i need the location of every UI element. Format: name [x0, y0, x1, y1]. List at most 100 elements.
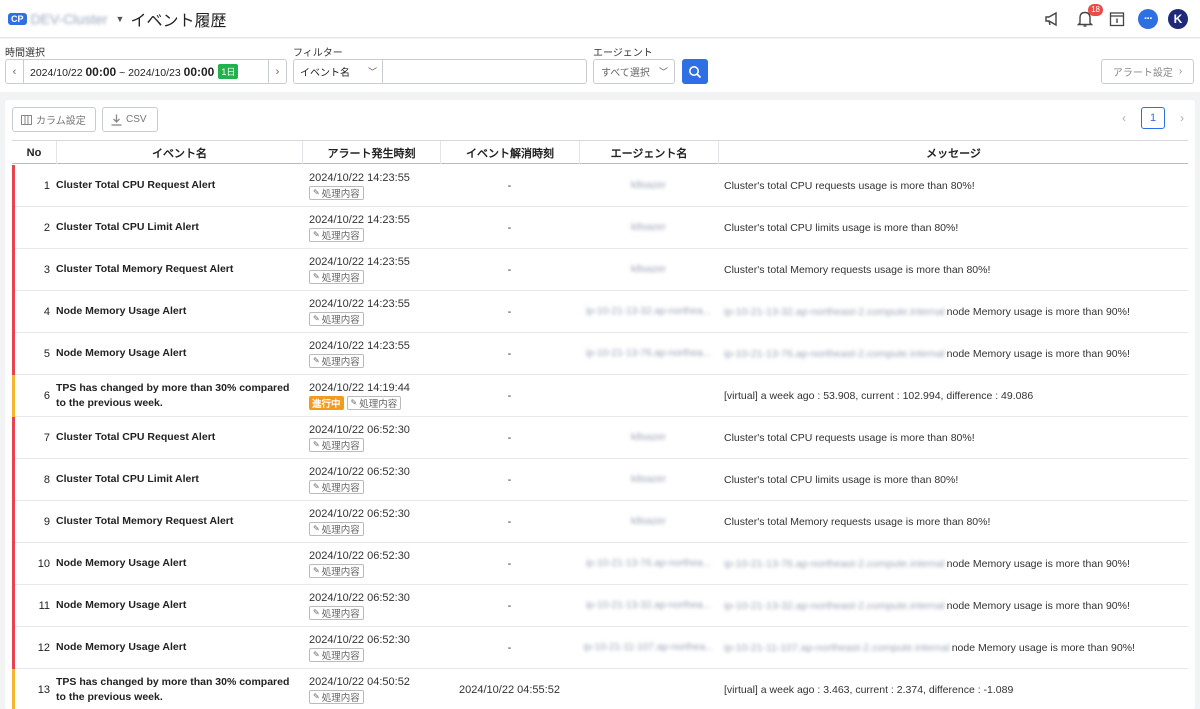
- row-number: 4: [43, 305, 50, 318]
- edit-icon: ✎: [313, 188, 320, 197]
- alert-settings-button[interactable]: アラート設定 ›: [1101, 59, 1194, 84]
- search-button[interactable]: [682, 59, 708, 84]
- column-header[interactable]: イベント解消時刻: [440, 141, 579, 164]
- alert-time: 2024/10/22 14:23:55: [309, 255, 410, 268]
- resolved-time: -: [507, 263, 512, 276]
- event-name: Cluster Total CPU Request Alert: [56, 431, 216, 443]
- chevron-down-icon: ﹀: [658, 67, 668, 77]
- table-row[interactable]: 13 TPS has changed by more than 30% compa…: [12, 669, 1188, 709]
- table-row[interactable]: 2 Cluster Total CPU Limit Alert 2024/10/22…: [12, 207, 1188, 249]
- page-number[interactable]: 1: [1141, 107, 1165, 129]
- event-name: Cluster Total Memory Request Alert: [56, 263, 234, 275]
- resolved-time: -: [507, 515, 512, 528]
- prev-page-icon[interactable]: ‹: [1117, 111, 1131, 125]
- megaphone-icon[interactable]: [1042, 8, 1064, 30]
- alert-time: 2024/10/22 14:23:55: [309, 297, 410, 310]
- filter-label: フィルター: [293, 48, 343, 59]
- csv-download-button[interactable]: CSV: [102, 107, 158, 132]
- filter-bar: 時間選択 ‹ 2024/10/22 00:00 ~ 2024/10/23 00:…: [0, 39, 1200, 92]
- process-note-button[interactable]: ✎ 処理内容: [309, 647, 364, 662]
- table-row[interactable]: 12 Node Memory Usage Alert 2024/10/22 06:5…: [12, 627, 1188, 669]
- row-number: 6: [43, 389, 50, 402]
- time-range-picker[interactable]: ‹ 2024/10/22 00:00 ~ 2024/10/23 00:00 1日…: [5, 59, 287, 84]
- table-row[interactable]: 1 Cluster Total CPU Request Alert 2024/10/…: [12, 165, 1188, 207]
- chevron-right-icon[interactable]: ›: [268, 60, 286, 83]
- process-note-button[interactable]: ✎ 処理内容: [309, 605, 364, 620]
- process-note-button[interactable]: ✎ 処理内容: [309, 437, 364, 452]
- table-row[interactable]: 8 Cluster Total CPU Limit Alert 2024/10/22…: [12, 459, 1188, 501]
- columns-icon: [21, 114, 32, 125]
- notification-badge: 18: [1088, 4, 1103, 16]
- chevron-down-icon: ﹀: [367, 67, 377, 77]
- event-message: Cluster's total Memory requests usage is…: [724, 263, 991, 276]
- top-bar: CP DEV-Cluster ▼ イベント履歴 18 ··· K: [0, 0, 1200, 38]
- process-note-button[interactable]: ✎ 処理内容: [309, 563, 364, 578]
- edit-icon: ✎: [313, 566, 320, 575]
- process-note-button[interactable]: ✎ 処理内容: [309, 521, 364, 536]
- table-row[interactable]: 10 Node Memory Usage Alert 2024/10/22 06:5…: [12, 543, 1188, 585]
- process-note-button[interactable]: ✎ 処理内容: [309, 689, 364, 704]
- alert-time: 2024/10/22 14:23:55: [309, 213, 410, 226]
- column-header[interactable]: No: [12, 141, 56, 164]
- alert-time-cell: 2024/10/22 06:52:30 ✎ 処理内容: [302, 501, 440, 542]
- edit-icon: ✎: [313, 692, 320, 701]
- edit-icon: ✎: [313, 524, 320, 533]
- row-number: 8: [43, 473, 50, 486]
- agent-name: ip-10-21-13-76.ap-northea...: [585, 558, 712, 569]
- range-badge: 1日: [218, 64, 239, 79]
- edit-icon: ✎: [313, 314, 320, 323]
- process-note-button[interactable]: ✎ 処理内容: [309, 185, 364, 200]
- table-row[interactable]: 7 Cluster Total CPU Request Alert 2024/10/…: [12, 417, 1188, 459]
- bell-icon[interactable]: 18: [1074, 4, 1103, 30]
- column-header[interactable]: メッセージ: [718, 141, 1188, 164]
- time-range-text: 2024/10/22 00:00 ~ 2024/10/23 00:00: [30, 64, 215, 79]
- row-number: 2: [43, 221, 50, 234]
- chevron-down-icon[interactable]: ▼: [116, 14, 125, 24]
- process-note-button[interactable]: ✎ 処理内容: [309, 353, 364, 368]
- edit-icon: ✎: [350, 398, 358, 407]
- cluster-selector[interactable]: DEV-Cluster: [31, 11, 108, 27]
- event-name: Node Memory Usage Alert: [56, 641, 187, 653]
- event-message: Cluster's total CPU limits usage is more…: [724, 221, 959, 234]
- alert-time: 2024/10/22 14:23:55: [309, 339, 410, 352]
- resolved-time: -: [507, 179, 512, 192]
- process-note-button[interactable]: ✎ 処理内容: [309, 311, 364, 326]
- column-header[interactable]: イベント名: [56, 141, 302, 164]
- table-row[interactable]: 4 Node Memory Usage Alert 2024/10/22 14:23…: [12, 291, 1188, 333]
- filter-field-select[interactable]: イベント名 ﹀: [293, 59, 383, 84]
- alert-time-cell: 2024/10/22 14:23:55 ✎ 処理内容: [302, 333, 440, 374]
- event-message: Cluster's total CPU limits usage is more…: [724, 473, 959, 486]
- alert-time-cell: 2024/10/22 14:23:55 ✎ 処理内容: [302, 249, 440, 290]
- table-row[interactable]: 3 Cluster Total Memory Request Alert 2024/…: [12, 249, 1188, 291]
- row-number: 7: [43, 431, 50, 444]
- event-message: Cluster's total Memory requests usage is…: [724, 515, 991, 528]
- filter-input[interactable]: [382, 59, 587, 84]
- column-settings-button[interactable]: カラム設定: [12, 107, 96, 132]
- agent-name: k8sazer: [630, 264, 666, 275]
- chat-icon[interactable]: ···: [1138, 9, 1158, 29]
- avatar[interactable]: K: [1168, 9, 1188, 29]
- agent-select[interactable]: すべて選択 ﹀: [593, 59, 675, 84]
- table-row[interactable]: 9 Cluster Total Memory Request Alert 2024/…: [12, 501, 1188, 543]
- event-message: [virtual] a week ago : 53.908, current :…: [724, 389, 1034, 402]
- column-header[interactable]: エージェント名: [579, 141, 718, 164]
- process-note-button[interactable]: ✎ 処理内容: [346, 395, 402, 410]
- agent-name: [579, 669, 718, 709]
- process-note-button[interactable]: ✎ 処理内容: [309, 269, 364, 284]
- column-header[interactable]: アラート発生時刻: [302, 141, 440, 164]
- table-row[interactable]: 5 Node Memory Usage Alert 2024/10/22 14:23…: [12, 333, 1188, 375]
- chevron-left-icon[interactable]: ‹: [6, 60, 24, 83]
- alert-time-cell: 2024/10/22 14:23:55 ✎ 処理内容: [302, 165, 440, 206]
- edit-icon: ✎: [313, 230, 320, 239]
- table-row[interactable]: 6 TPS has changed by more than 30% compar…: [12, 375, 1188, 417]
- resolved-time: -: [507, 347, 512, 360]
- pagination: ‹ 1 ›: [1117, 107, 1189, 129]
- next-page-icon[interactable]: ›: [1175, 111, 1189, 125]
- alert-time-cell: 2024/10/22 14:23:55 ✎ 処理内容: [302, 291, 440, 332]
- process-note-button[interactable]: ✎ 処理内容: [309, 227, 364, 242]
- product-badge: CP: [8, 12, 27, 25]
- process-note-button[interactable]: ✎ 処理内容: [309, 479, 364, 494]
- calendar-icon[interactable]: [1106, 8, 1128, 30]
- table-row[interactable]: 11 Node Memory Usage Alert 2024/10/22 06:5…: [12, 585, 1188, 627]
- agent-name: ip-10-21-11-107.ap-northea...: [583, 642, 714, 653]
